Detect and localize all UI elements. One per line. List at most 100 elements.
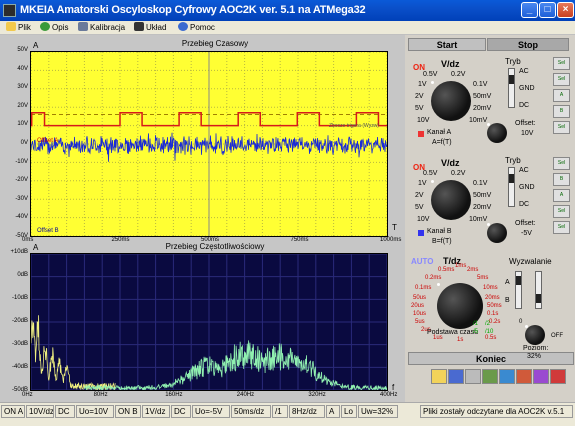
a-scale-label: 0.2V [451,71,466,78]
menu-uklad[interactable]: Układ [134,22,166,34]
trigger-source-switch[interactable] [515,271,522,309]
app-icon [3,4,16,17]
toolbar [431,369,571,385]
side-button[interactable]: A [553,189,570,202]
y-tick-label: 0dB [17,272,28,278]
stop-button[interactable]: Stop [487,38,569,51]
x-tick-label: 160Hz [165,392,183,398]
export-icon[interactable] [499,369,515,384]
koniec-button[interactable]: Koniec [408,352,574,365]
calibration-icon [78,22,88,31]
y-tick-label: -10dB [11,295,28,301]
timebase-auto[interactable]: AUTO [411,257,434,266]
settings-icon[interactable] [550,369,566,384]
b-scale-label: 20mV [473,204,492,211]
time-plot[interactable]: Offset A Offset B Zbocze trigera (Wyzw) [30,51,388,237]
a-scale-label: 1V [418,81,427,88]
b-scale-label: 0.2V [451,170,466,177]
timebase-scale-label: 50us [413,295,427,301]
x-tick-label: 80Hz [93,392,108,398]
a-scale-label: 5V [415,105,424,112]
spectrum-b-trace [84,340,387,390]
channel-b-offset-label: Offset: [515,220,536,227]
a-mode-dc: DC [519,102,530,109]
menu-kalibracja[interactable]: Kalibracja [78,22,125,34]
multiplier-10[interactable]: /10 [485,329,493,335]
y-tick-label: -20V [15,177,28,184]
tools-icon[interactable] [482,369,498,384]
b-scale-label: 2V [415,192,424,199]
multiplier-2[interactable]: /2 [485,321,490,327]
multiplier-1[interactable]: /1 [473,321,478,327]
side-button[interactable]: B [553,105,570,118]
timebase-scale-label: 0.2s [489,319,501,325]
menu-pomoc[interactable]: Pomoc [178,22,215,34]
b-scale-label: 50mV [473,192,492,199]
side-button[interactable]: Sel [553,157,570,170]
b-scale-label: 10V [417,216,430,223]
menu-opis[interactable]: Opis [40,22,68,34]
multiplier-5[interactable]: /5 [473,329,478,335]
offset-b-label: Offset B [37,228,59,234]
b-scale-label: 10mV [469,216,488,223]
folder-icon[interactable] [431,369,447,384]
save-icon[interactable] [448,369,464,384]
timebase-scale-label: 0.1ms [415,285,432,291]
b-mode-ac: AC [519,167,529,174]
trigger-source-b[interactable]: B [505,297,510,304]
channel-a-offset-value: 10V [521,130,534,137]
y-tick-label: +10dB [10,249,28,255]
freq-plot[interactable] [30,253,388,391]
channel-b-vdz: V/dz [441,158,460,168]
channel-b-offset-knob[interactable] [487,223,507,243]
image-icon[interactable] [533,369,549,384]
y-tick-label: 10V [17,121,28,128]
b-scale-label: 5V [415,204,424,211]
trigger-source-a[interactable]: A [505,279,510,286]
channel-a-mode-switch[interactable] [508,68,515,108]
trigger-label: Wyzwalanie [509,257,552,266]
x-tick-label: 400Hz [380,392,398,398]
side-button[interactable]: Sel [553,221,570,234]
freq-plot-corner-right: f [392,383,395,392]
side-button[interactable]: A [553,89,570,102]
side-button[interactable]: Sel [553,205,570,218]
side-button[interactable]: Sel [553,57,570,70]
trigger-edge-switch[interactable] [535,271,542,309]
channel-a-offset-label: Offset: [515,120,536,127]
x-tick-label: 0Hz [22,392,33,398]
print-icon[interactable] [465,369,481,384]
a-scale-label: 0.5V [423,71,438,78]
side-button[interactable]: Sel [553,121,570,134]
chart-icon[interactable] [516,369,532,384]
maximize-button[interactable]: □ [539,2,556,18]
menu-plik[interactable]: Plik [6,22,31,34]
channel-b-tryb: Tryb [505,156,521,165]
y-tick-label: -40dB [11,364,28,370]
status-cell: Lo [341,405,357,418]
status-cell: DC [171,405,191,418]
file-icon [6,22,16,31]
side-button[interactable]: Sel [553,73,570,86]
minimize-button[interactable]: _ [521,2,538,18]
side-button[interactable]: B [553,173,570,186]
a-scale-label: 50mV [473,93,492,100]
timebase-scale-label: 0.5ms [438,267,455,273]
trigger-level-knob[interactable] [525,325,545,345]
y-tick-label: -40V [15,214,28,221]
start-button[interactable]: Start [408,38,486,51]
close-button[interactable]: × [557,2,574,18]
x-tick-label: 320Hz [308,392,326,398]
channel-a-vdz-knob[interactable] [431,81,471,121]
channel-a-offset-knob[interactable] [487,123,507,143]
timebase-scale-label: 0.2ms [425,275,442,281]
channel-a-name: Kanał A [427,129,452,136]
spectrum-a-trace [31,315,116,390]
b-mode-gnd: GND [519,184,535,191]
status-cell: 8Hz/dz [289,405,325,418]
status-cell: Uw=32% [358,405,398,418]
window-title: MKEIA Amatorski Oscyloskop Cyfrowy AOC2K… [20,4,366,16]
channel-b-mode-switch[interactable] [508,167,515,207]
help-icon [178,22,188,31]
channel-b-vdz-knob[interactable] [431,180,471,220]
